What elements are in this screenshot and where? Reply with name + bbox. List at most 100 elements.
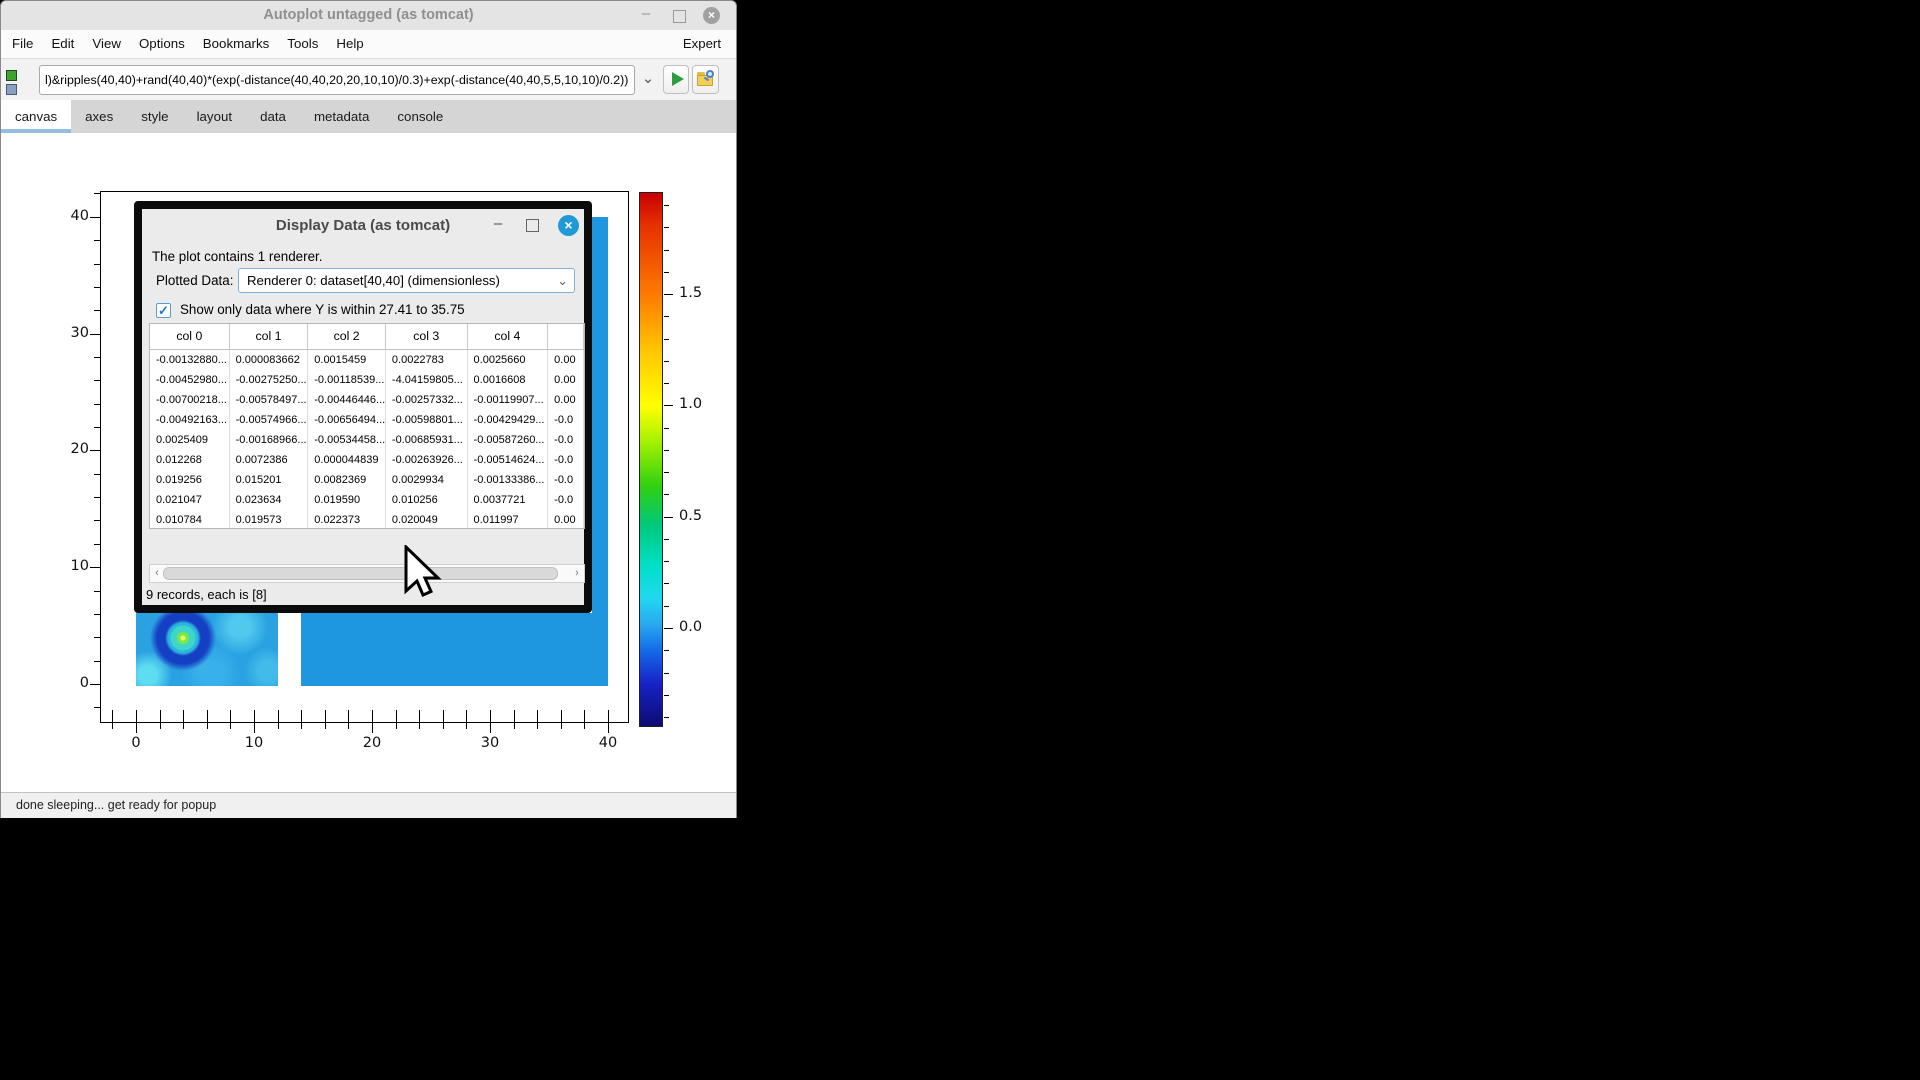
tab-layout[interactable]: layout: [183, 100, 246, 133]
table-cell[interactable]: -0.00656494...: [308, 410, 386, 430]
table-cell[interactable]: 0.015201: [230, 470, 309, 490]
uri-dropdown-icon[interactable]: ⌄: [638, 67, 658, 93]
dialog-maximize-icon[interactable]: [526, 219, 539, 232]
plotted-data-select[interactable]: Renderer 0: dataset[40,40] (dimensionles…: [238, 268, 575, 293]
table-cell[interactable]: 0.010784: [150, 510, 230, 529]
inspect-uri-button[interactable]: [692, 65, 719, 94]
table-cell[interactable]: -0.00574966...: [230, 410, 309, 430]
table-cell[interactable]: 0.0025660: [468, 350, 549, 370]
menu-item-view[interactable]: View: [83, 30, 130, 58]
tab-data[interactable]: data: [246, 100, 300, 133]
horizontal-scrollbar[interactable]: ‹ ›: [149, 564, 585, 583]
table-cell[interactable]: 0.000083662: [230, 350, 309, 370]
table-cell[interactable]: -0.00275250...: [230, 370, 309, 390]
table-cell[interactable]: -0.0: [548, 430, 584, 450]
menu-item-help[interactable]: Help: [327, 30, 372, 58]
table-cell[interactable]: 0.019573: [230, 510, 309, 529]
table-row[interactable]: 0.0025409-0.00168966...-0.00534458...-0.…: [150, 430, 584, 450]
table-cell[interactable]: -0.00263926...: [386, 450, 468, 470]
colorbar-minor-tick: [664, 650, 669, 651]
table-cell[interactable]: 0.0037721: [468, 490, 549, 510]
window-titlebar[interactable]: Autoplot untagged (as tomcat) – ×: [1, 1, 736, 31]
table-cell[interactable]: -4.04159805...: [386, 370, 468, 390]
table-row[interactable]: -0.00700218...-0.00578497...-0.00446446.…: [150, 390, 584, 410]
table-cell[interactable]: -0.00598801...: [386, 410, 468, 430]
table-cell[interactable]: -0.00132880...: [150, 350, 230, 370]
scrollbar-thumb[interactable]: [163, 567, 558, 580]
table-row[interactable]: -0.00132880...0.0000836620.00154590.0022…: [150, 350, 584, 370]
table-row[interactable]: 0.0210470.0236340.0195900.0102560.003772…: [150, 490, 584, 510]
table-cell[interactable]: 0.019256: [150, 470, 230, 490]
menu-item-edit[interactable]: Edit: [42, 30, 83, 58]
table-cell[interactable]: -0.0: [548, 450, 584, 470]
scroll-left-icon[interactable]: ‹: [151, 565, 163, 582]
table-cell[interactable]: 0.0082369: [308, 470, 386, 490]
table-cell[interactable]: -0.00492163...: [150, 410, 230, 430]
table-cell[interactable]: -0.00429429...: [468, 410, 549, 430]
colorbar-minor-tick: [664, 361, 669, 362]
table-cell[interactable]: 0.00: [548, 510, 584, 529]
menu-item-file[interactable]: File: [3, 30, 42, 58]
table-cell[interactable]: 0.011997: [468, 510, 549, 529]
table-cell[interactable]: -0.0: [548, 490, 584, 510]
tab-style[interactable]: style: [127, 100, 182, 133]
table-cell[interactable]: -0.0: [548, 410, 584, 430]
table-cell[interactable]: -0.00514624...: [468, 450, 549, 470]
window-close-icon[interactable]: ×: [703, 7, 720, 24]
x-major-tick: [490, 723, 491, 733]
table-cell[interactable]: 0.0025409: [150, 430, 230, 450]
scroll-right-icon[interactable]: ›: [571, 565, 583, 582]
tab-canvas[interactable]: canvas: [1, 100, 71, 133]
table-cell[interactable]: 0.010256: [386, 490, 468, 510]
tab-metadata[interactable]: metadata: [300, 100, 383, 133]
table-cell[interactable]: -0.00133386...: [468, 470, 549, 490]
table-cell[interactable]: -0.00168966...: [230, 430, 309, 450]
table-cell[interactable]: 0.019590: [308, 490, 386, 510]
table-cell[interactable]: 0.012268: [150, 450, 230, 470]
table-cell[interactable]: 0.000044839: [308, 450, 386, 470]
table-row[interactable]: -0.00492163...-0.00574966...-0.00656494.…: [150, 410, 584, 430]
table-row[interactable]: -0.00452980...-0.00275250...-0.00118539.…: [150, 370, 584, 390]
dialog-minimize-icon[interactable]: –: [490, 209, 506, 239]
table-cell[interactable]: -0.0: [548, 470, 584, 490]
dialog-close-icon[interactable]: ×: [558, 215, 579, 236]
uri-address-input[interactable]: l)&ripples(40,40)+rand(40,40)*(exp(-dist…: [39, 65, 635, 95]
tab-console[interactable]: console: [383, 100, 457, 133]
menu-item-tools[interactable]: Tools: [278, 30, 327, 58]
table-cell[interactable]: 0.0022783: [386, 350, 468, 370]
table-cell[interactable]: 0.00: [548, 350, 584, 370]
table-cell[interactable]: -0.00578497...: [230, 390, 309, 410]
table-row[interactable]: 0.0107840.0195730.0223730.0200490.011997…: [150, 510, 584, 529]
menu-item-options[interactable]: Options: [130, 30, 194, 58]
window-maximize-icon[interactable]: [673, 10, 686, 23]
table-row[interactable]: 0.0192560.0152010.00823690.0029934-0.001…: [150, 470, 584, 490]
table-cell[interactable]: 0.020049: [386, 510, 468, 529]
table-cell[interactable]: -0.00118539...: [308, 370, 386, 390]
table-cell[interactable]: -0.00446446...: [308, 390, 386, 410]
table-cell[interactable]: 0.0029934: [386, 470, 468, 490]
table-cell[interactable]: -0.00119907...: [468, 390, 549, 410]
expert-toggle[interactable]: Expert: [683, 30, 721, 58]
go-button[interactable]: [663, 65, 689, 94]
filter-y-checkbox[interactable]: ✓: [156, 303, 171, 318]
table-cell[interactable]: 0.023634: [230, 490, 309, 510]
table-cell[interactable]: 0.0016608: [468, 370, 549, 390]
menu-item-bookmarks[interactable]: Bookmarks: [194, 30, 279, 58]
table-cell[interactable]: -0.00700218...: [150, 390, 230, 410]
table-cell[interactable]: -0.00257332...: [386, 390, 468, 410]
window-minimize-icon[interactable]: –: [637, 1, 655, 30]
table-cell[interactable]: -0.00587260...: [468, 430, 549, 450]
table-cell[interactable]: 0.0015459: [308, 350, 386, 370]
table-cell[interactable]: 0.00: [548, 370, 584, 390]
table-row[interactable]: 0.0122680.00723860.000044839-0.00263926.…: [150, 450, 584, 470]
table-cell[interactable]: -0.00534458...: [308, 430, 386, 450]
table-cell[interactable]: 0.00: [548, 390, 584, 410]
dialog-titlebar[interactable]: Display Data (as tomcat) – ×: [142, 209, 584, 243]
table-cell[interactable]: 0.022373: [308, 510, 386, 529]
table-cell[interactable]: -0.00452980...: [150, 370, 230, 390]
table-cell[interactable]: 0.021047: [150, 490, 230, 510]
table-cell[interactable]: -0.00685931...: [386, 430, 468, 450]
table-cell[interactable]: 0.0072386: [230, 450, 309, 470]
tab-axes[interactable]: axes: [71, 100, 127, 133]
x-inner-tick: [325, 710, 326, 722]
